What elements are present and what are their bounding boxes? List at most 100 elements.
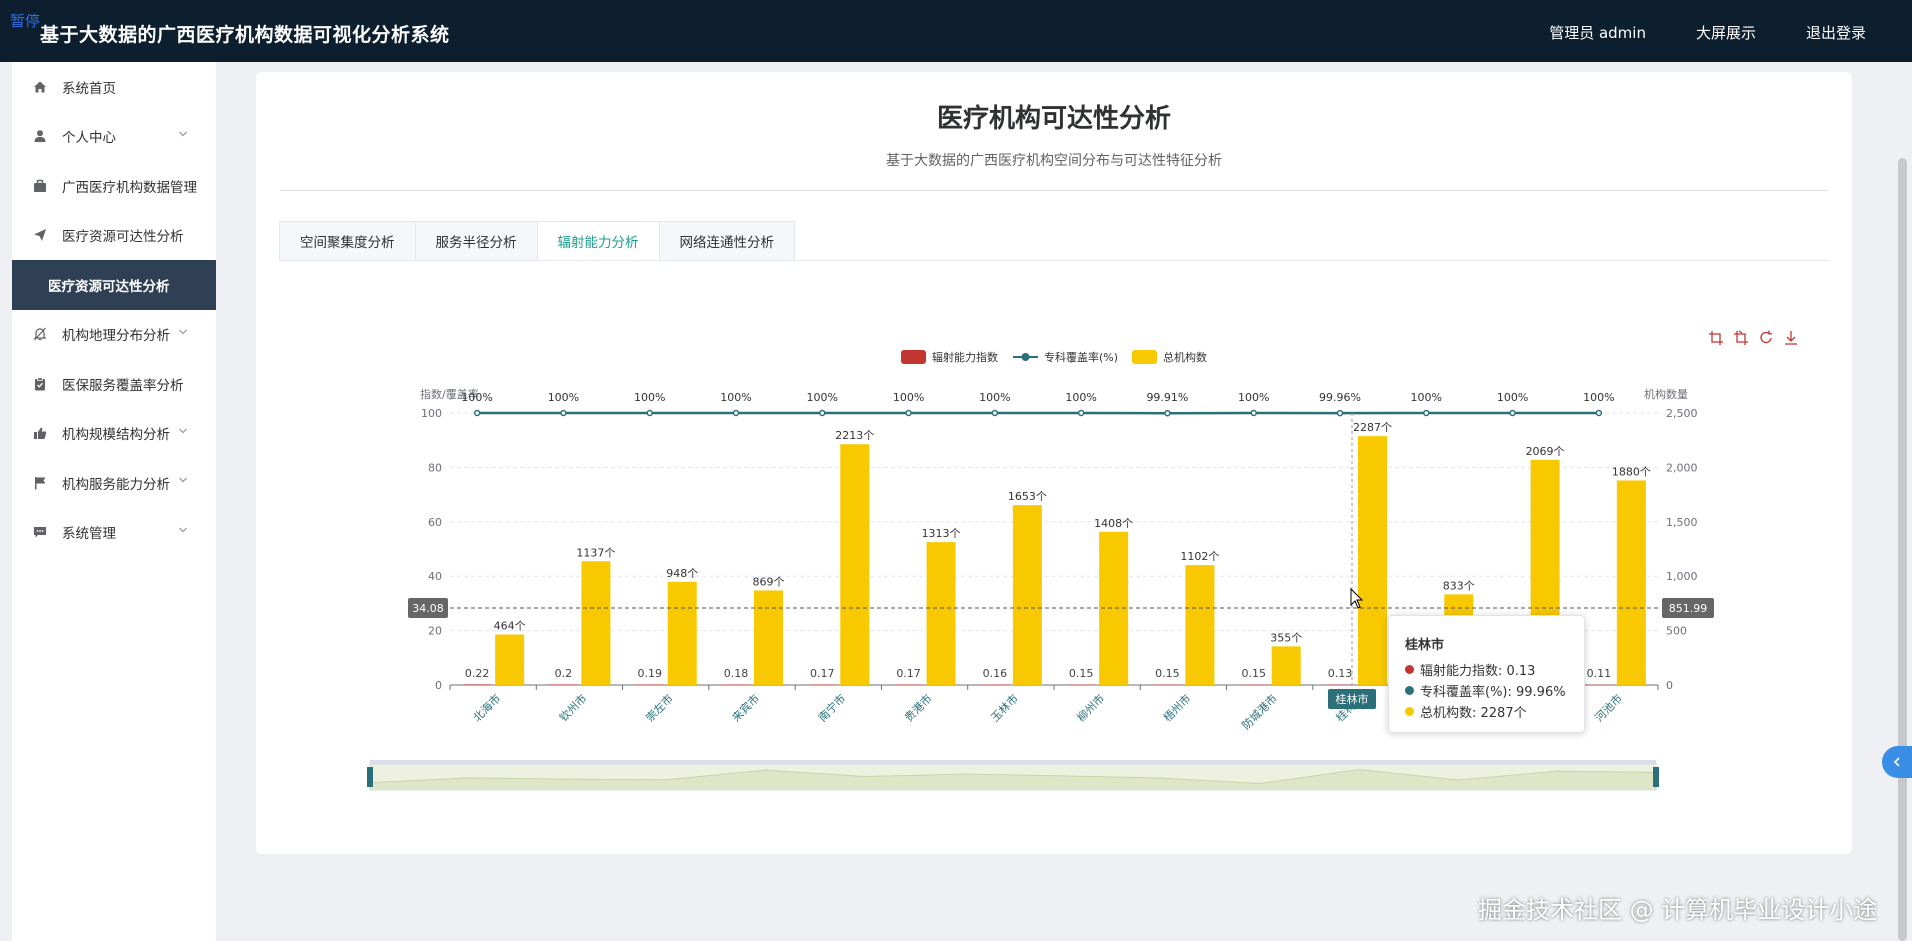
sidebar-item-personal-center[interactable]: 个人中心 — [12, 112, 216, 162]
legend-label: 专科覆盖率(%) — [1044, 350, 1118, 364]
sidebar-item-home[interactable]: 系统首页 — [12, 62, 216, 112]
y-left-tick-label: 20 — [428, 625, 442, 638]
count-bar — [926, 542, 956, 685]
coverage-value-label: 100% — [893, 391, 924, 404]
sidebar-item-geo-distribution[interactable]: 机构地理分布分析 — [12, 310, 216, 360]
datazoom-top-bar[interactable] — [370, 760, 1656, 764]
sidebar-item-accessibility-sub[interactable]: 医疗资源可达性分析 — [12, 260, 216, 310]
restore-icon[interactable] — [1758, 330, 1774, 346]
flag-icon — [32, 475, 48, 491]
datazoom-handle-left[interactable] — [367, 767, 373, 787]
count-value-label: 833个 — [1443, 579, 1475, 592]
tooltip-title: 桂林市 — [1405, 638, 1445, 653]
crosshair-left-value: 34.08 — [412, 602, 444, 615]
count-value-label: 355个 — [1270, 631, 1302, 644]
radiation-value-label: 0.19 — [637, 667, 662, 680]
coverage-value-label: 99.96% — [1319, 391, 1361, 404]
tooltip-row-count: 总机构数: 2287个 — [1405, 701, 1584, 722]
admin-user-link[interactable]: 管理员 admin — [1549, 22, 1646, 43]
count-bar — [840, 444, 870, 685]
coverage-point — [819, 409, 826, 417]
chevron-down-icon — [179, 527, 187, 532]
coverage-value-label: 100% — [548, 391, 579, 404]
radiation-bar — [463, 684, 492, 685]
sidebar-item-label: 机构地理分布分析 — [62, 328, 170, 345]
download-icon[interactable] — [1783, 330, 1799, 346]
top-nav: 管理员 admin 大屏展示 退出登录 — [1549, 22, 1866, 43]
logout-link[interactable]: 退出登录 — [1806, 22, 1866, 43]
app-title: 基于大数据的广西医疗机构数据可视化分析系统 — [40, 24, 450, 46]
count-bar — [1358, 436, 1387, 685]
x-tick-label: 南宁市 — [815, 691, 848, 724]
collapse-panel-button[interactable] — [1882, 746, 1912, 778]
datazoom-handle-right[interactable] — [1653, 767, 1659, 787]
sidebar-item-accessibility[interactable]: 医疗资源可达性分析 — [12, 211, 216, 261]
count-value-label: 2287个 — [1353, 421, 1392, 434]
count-bar — [581, 561, 611, 685]
radiation-value-label: 0.17 — [810, 667, 835, 680]
coverage-point — [1509, 409, 1516, 417]
count-value-label: 1102个 — [1180, 550, 1219, 563]
sidebar-item-label: 医保服务覆盖率分析 — [62, 377, 184, 394]
sidebar: 系统首页 个人中心 广西医疗机构数据管理 医疗资源可达性分析 医疗资源可达性分析… — [12, 62, 216, 941]
briefcase-icon — [32, 178, 48, 194]
coverage-point — [560, 409, 567, 417]
home-icon — [32, 79, 48, 95]
coverage-point — [991, 409, 999, 417]
count-value-label: 948个 — [666, 567, 698, 580]
sidebar-item-insurance-coverage[interactable]: 医保服务覆盖率分析 — [12, 359, 216, 409]
coverage-value-label: 100% — [1065, 391, 1096, 404]
y-left-tick-label: 0 — [435, 679, 442, 692]
big-screen-link[interactable]: 大屏展示 — [1696, 22, 1756, 43]
count-value-label: 2213个 — [835, 429, 874, 442]
chevron-left-icon — [1893, 757, 1900, 767]
paper-plane-icon — [32, 227, 48, 243]
x-tick-label: 来宾市 — [729, 691, 762, 724]
radiation-value-label: 0.2 — [555, 667, 573, 680]
message-icon — [32, 524, 48, 540]
count-value-label: 464个 — [494, 620, 526, 633]
coverage-point — [1164, 409, 1171, 417]
radiation-value-label: 0.15 — [1069, 667, 1094, 680]
bell-off-icon — [32, 326, 48, 342]
clipboard-icon — [32, 376, 48, 392]
radiation-value-label: 0.17 — [896, 667, 921, 680]
count-value-label: 2069个 — [1526, 445, 1565, 458]
count-bar — [667, 581, 697, 685]
radiation-value-label: 0.22 — [465, 667, 490, 680]
legend-label: 总机构数 — [1163, 350, 1207, 364]
x-tick-label: 河池市 — [1592, 691, 1625, 724]
chart-tooltip: 桂林市 辐射能力指数: 0.13 专科覆盖率(%): 99.96% 总机构数: … — [1388, 615, 1585, 733]
count-value-label: 1653个 — [1008, 490, 1047, 503]
sidebar-item-label: 系统首页 — [62, 80, 116, 97]
sidebar-item-label: 系统管理 — [62, 526, 116, 543]
pause-label: 暂停 — [10, 12, 41, 30]
sidebar-item-institution-data[interactable]: 广西医疗机构数据管理 — [12, 161, 216, 211]
coverage-value-label: 100% — [979, 391, 1010, 404]
crosshair-category-value: 桂林市 — [1336, 692, 1369, 706]
sidebar-item-service-capacity[interactable]: 机构服务能力分析 — [12, 458, 216, 508]
coverage-point — [1250, 409, 1257, 417]
x-tick-label: 贵港市 — [901, 691, 934, 724]
legend-swatch-radiation — [901, 350, 926, 364]
tooltip-row-coverage: 专科覆盖率(%): 99.96% — [1405, 680, 1584, 701]
sidebar-item-label: 个人中心 — [62, 130, 116, 147]
coverage-value-label: 100% — [1497, 391, 1528, 404]
zoom-reset-icon[interactable] — [1733, 330, 1749, 346]
radiation-value-label: 0.18 — [724, 667, 749, 680]
sidebar-item-scale-structure[interactable]: 机构规模结构分析 — [12, 409, 216, 459]
zoom-icon[interactable] — [1708, 330, 1724, 346]
y-right-axis-title: 机构数量 — [1644, 387, 1688, 401]
radiation-value-label: 0.13 — [1328, 667, 1353, 680]
coverage-value-label: 100% — [807, 391, 838, 404]
coverage-point — [905, 409, 912, 417]
radiation-value-label: 0.15 — [1241, 667, 1266, 680]
sidebar-item-system-admin[interactable]: 系统管理 — [12, 508, 216, 558]
coverage-value-label: 100% — [1583, 391, 1614, 404]
legend-swatch-coverage-dot — [1021, 353, 1030, 361]
page-scrollbar-thumb[interactable] — [1898, 158, 1907, 941]
count-bar — [1271, 646, 1301, 685]
y-right-tick-label: 2,500 — [1666, 407, 1698, 420]
sidebar-item-label: 机构规模结构分析 — [62, 427, 170, 444]
radiation-value-label: 0.15 — [1155, 667, 1180, 680]
